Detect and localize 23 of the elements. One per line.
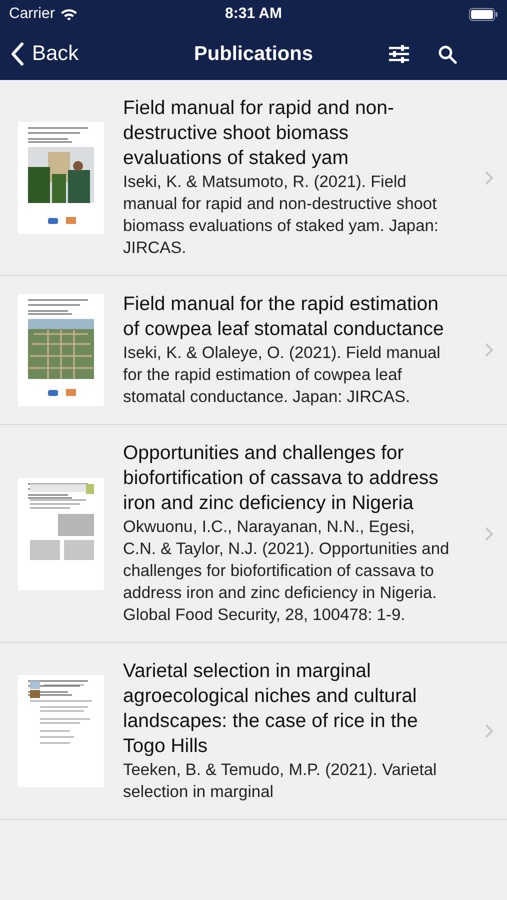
publication-citation: Iseki, K. & Olaleye, O. (2021). Field manual for the rapid estimation of cowpea leaf stomatal conductance. Japan: JIRCAS. bbox=[123, 343, 442, 408]
publication-title: Field manual for rapid and non-destructive shoot biomass evaluations of staked yam bbox=[123, 96, 395, 171]
publication-title: Opportunities and challenges for biofortification of cassava to address iron and zinc deficiency in Nigeria bbox=[123, 441, 440, 516]
chevron-right-icon bbox=[485, 724, 493, 738]
publication-title: Varietal selection in marginal agroecological niches and cultural landscapes: the case of rice in the Togo Hills bbox=[123, 659, 419, 759]
chevron-right-icon bbox=[485, 343, 493, 357]
wifi-icon bbox=[60, 8, 78, 20]
chevron-right-icon bbox=[485, 170, 493, 184]
chevron-right-icon bbox=[485, 526, 493, 540]
back-chevron-icon bbox=[10, 42, 24, 66]
publication-row[interactable]: Varietal selection in marginal agroecological niches and cultural landscapes: the case of rice in the Togo Hills Teeken, B. & Temudo, M.P. (2021). Varietal selection in marginal bbox=[0, 643, 507, 820]
carrier-label: Carrier bbox=[9, 4, 55, 24]
time-label: 8:31 AM bbox=[225, 4, 282, 24]
publication-citation: Teeken, B. & Temudo, M.P. (2021). Varietal selection in marginal bbox=[123, 760, 438, 803]
publication-title: Field manual for the rapid estimation of cowpea leaf stomatal conductance bbox=[123, 292, 445, 342]
filter-sliders-icon[interactable] bbox=[388, 45, 410, 63]
back-button[interactable]: Back bbox=[10, 38, 150, 70]
publication-row[interactable]: Field manual for the rapid estimation of cowpea leaf stomatal conductance Iseki, K. & Olaleye, O. (2021). Field manual for the rapid estimation of cowpea leaf stomatal conductance. Japan: JIRCAS. bbox=[0, 276, 507, 425]
publication-citation: Iseki, K. & Matsumoto, R. (2021). Field manual for rapid and non-destructive shoot biomass evaluations of staked yam. Japan: JIRCAS. bbox=[123, 172, 440, 259]
publication-citation: Okwuonu, I.C., Narayanan, N.N., Egesi, C.N. & Taylor, N.J. (2021). Opportunities and challenges for biofortification of cassava to address iron and zinc deficiency in Nigeria. Global Food Security, 28, 100478: 1-9. bbox=[123, 517, 450, 626]
battery-icon bbox=[469, 8, 498, 20]
screen-title: Publications bbox=[194, 42, 313, 67]
search-icon[interactable] bbox=[438, 44, 457, 64]
